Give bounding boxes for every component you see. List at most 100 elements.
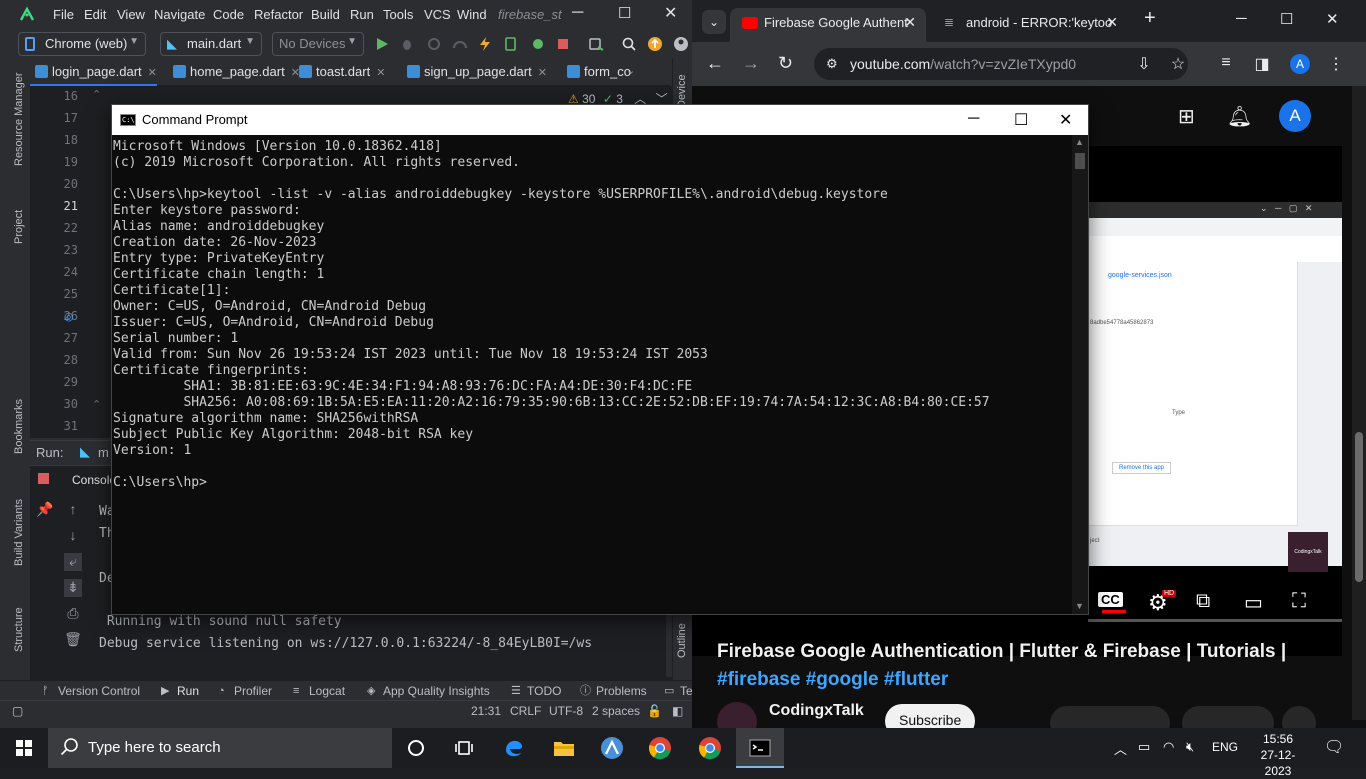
channel-watermark[interactable]: CodingxTalk: [1288, 532, 1328, 572]
start-button[interactable]: [0, 728, 48, 768]
profile-avatar[interactable]: A: [1290, 54, 1310, 74]
device-selector[interactable]: Chrome (web) ▼: [18, 32, 146, 56]
menu-code[interactable]: Code: [213, 7, 244, 22]
scrollbar-thumb[interactable]: [1075, 153, 1085, 169]
terminal-tool[interactable]: ▭ Te: [664, 684, 693, 698]
tab-firebase-video[interactable]: Firebase Google Authent ✕: [730, 8, 926, 42]
tab-list-chevron-icon[interactable]: ⌄: [626, 64, 635, 77]
taskbar-edge[interactable]: [490, 728, 538, 768]
close-icon[interactable]: ✕: [538, 67, 547, 79]
run-icon[interactable]: [374, 36, 390, 52]
trash-icon[interactable]: 🗑: [64, 631, 82, 649]
menu-vcs[interactable]: VCS: [424, 7, 451, 22]
minimize-button[interactable]: ─: [968, 110, 979, 128]
tab-stackoverflow[interactable]: ≣ android - ERROR:'keytoo ✕: [932, 8, 1128, 42]
maximize-button[interactable]: ☐: [1280, 10, 1293, 28]
memory-icon[interactable]: ◧: [672, 704, 683, 718]
cmd-prompt-line[interactable]: C:\Users\hp>: [113, 475, 1074, 491]
panel-toggle-icon[interactable]: ▢: [12, 704, 23, 718]
create-video-icon[interactable]: ⊞: [1178, 104, 1195, 129]
profile-icon[interactable]: [426, 36, 442, 52]
lock-icon[interactable]: 🔓: [647, 704, 662, 718]
notifications-icon[interactable]: 🗨︎: [1324, 737, 1344, 757]
battery-icon[interactable]: ▭: [1138, 739, 1150, 755]
maximize-button[interactable]: ☐: [1014, 110, 1028, 130]
hot-reload-icon[interactable]: [477, 36, 493, 52]
tab-login-page[interactable]: login_page.dart ✕: [30, 58, 157, 86]
tab-home-page[interactable]: home_page.dart ✕: [168, 58, 300, 86]
scroll-down-icon[interactable]: ▼: [1075, 601, 1084, 611]
reload-icon[interactable]: ↻: [778, 53, 793, 74]
menu-run[interactable]: Run: [350, 7, 374, 22]
minimize-button[interactable]: ─: [572, 4, 583, 22]
profiler-tool[interactable]: ◔ Profiler: [218, 684, 272, 698]
override-gutter-icon[interactable]: ◎: [64, 310, 74, 323]
close-button[interactable]: ✕: [1326, 10, 1339, 28]
task-view-button[interactable]: [440, 728, 488, 768]
cmd-output[interactable]: Microsoft Windows [Version 10.0.18362.41…: [112, 135, 1074, 615]
menu-refactor[interactable]: Refactor: [254, 7, 303, 22]
file-encoding[interactable]: UTF-8: [549, 704, 583, 718]
omnibox[interactable]: ⚙ youtube.com/watch?v=zvZIeTXypd0: [814, 48, 1188, 80]
stop-icon[interactable]: [38, 473, 49, 484]
project-tool[interactable]: Project: [13, 210, 25, 244]
tab-sign-up-page[interactable]: sign_up_page.dart ✕: [402, 58, 547, 86]
taskbar-search[interactable]: Type here to search: [48, 728, 392, 768]
resource-manager-tool[interactable]: Resource Manager: [13, 72, 25, 166]
menu-edit[interactable]: Edit: [84, 7, 106, 22]
scroll-up-icon[interactable]: ▲: [1075, 137, 1084, 147]
update-icon[interactable]: [647, 36, 663, 52]
line-separator[interactable]: CRLF: [510, 704, 541, 718]
fullscreen-icon[interactable]: ⛶: [1292, 590, 1306, 613]
soft-wrap-icon[interactable]: ⤶: [64, 553, 82, 571]
miniplayer-icon[interactable]: ⧉: [1196, 590, 1210, 613]
scrollbar-thumb[interactable]: [1355, 432, 1363, 582]
scroll-to-end-icon[interactable]: ⇟: [64, 579, 82, 597]
minimize-button[interactable]: ─: [1236, 10, 1247, 27]
notifications-bell-icon[interactable]: 🔔︎: [1227, 104, 1252, 129]
youtube-avatar[interactable]: A: [1279, 100, 1311, 132]
cortana-button[interactable]: [392, 728, 440, 768]
run-config-tab[interactable]: m: [98, 445, 109, 460]
debug-icon[interactable]: [399, 36, 415, 52]
taskbar-clock[interactable]: 15:56 27-12-2023: [1253, 731, 1303, 779]
tab-search-icon[interactable]: ⌄: [702, 10, 726, 34]
menu-file[interactable]: File: [53, 7, 74, 22]
captions-icon[interactable]: CC: [1098, 592, 1123, 607]
device-tool[interactable]: Device: [676, 74, 688, 108]
taskbar-chrome-1[interactable]: [636, 728, 684, 768]
logcat-tool[interactable]: ≡ Logcat: [293, 684, 345, 698]
menu-window[interactable]: Wind: [457, 7, 487, 22]
forward-icon[interactable]: →: [742, 53, 760, 74]
menu-tools[interactable]: Tools: [383, 7, 413, 22]
language-indicator[interactable]: ENG: [1212, 740, 1238, 754]
theater-mode-icon[interactable]: ▭: [1244, 590, 1263, 615]
side-panel-icon[interactable]: ◨: [1252, 54, 1272, 74]
media-controls-icon[interactable]: ≡: [1216, 54, 1236, 74]
close-icon[interactable]: ✕: [148, 67, 157, 79]
print-icon[interactable]: ⎙: [64, 605, 82, 623]
install-app-icon[interactable]: ⇩: [1134, 54, 1154, 74]
menu-build[interactable]: Build: [311, 7, 340, 22]
version-control-tool[interactable]: ᚠ Version Control: [42, 684, 140, 698]
todo-tool[interactable]: ☰ TODO: [511, 684, 561, 698]
bookmarks-tool[interactable]: Bookmarks: [13, 399, 25, 454]
cmd-scrollbar[interactable]: ▲ ▼: [1072, 135, 1088, 614]
bookmark-star-icon[interactable]: ☆: [1168, 54, 1188, 74]
console-tab[interactable]: Console: [72, 473, 116, 487]
back-icon[interactable]: ←: [706, 53, 724, 74]
video-hashtags[interactable]: #firebase #google #flutter: [717, 669, 948, 690]
taskbar-file-explorer[interactable]: [540, 728, 588, 768]
stop-icon[interactable]: [555, 36, 571, 52]
structure-tool[interactable]: Structure: [13, 607, 25, 652]
taskbar-android-studio[interactable]: [588, 728, 636, 768]
chrome-menu-icon[interactable]: ⋮: [1326, 54, 1346, 74]
device-manager-icon[interactable]: [588, 36, 604, 52]
arrow-up-icon[interactable]: ↑: [64, 501, 82, 519]
fold-icon[interactable]: ⌃: [92, 398, 101, 411]
command-prompt-window[interactable]: C:\ Command Prompt ─ ☐ ✕ Microsoft Windo…: [111, 104, 1089, 615]
menu-navigate[interactable]: Navigate: [154, 7, 205, 22]
account-icon[interactable]: [673, 36, 689, 52]
pin-icon[interactable]: 📌: [36, 501, 54, 519]
arrow-down-icon[interactable]: ↓: [64, 527, 82, 545]
